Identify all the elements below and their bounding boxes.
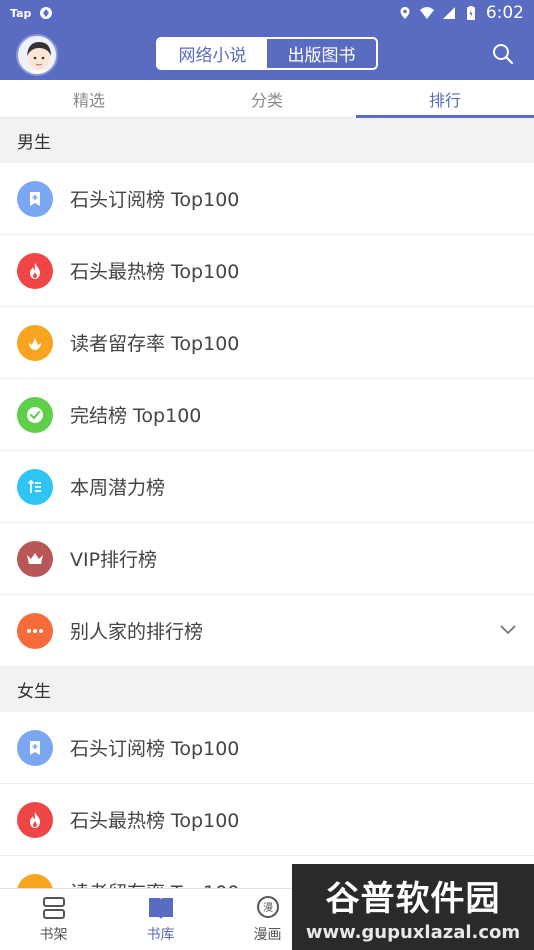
- search-icon[interactable]: [492, 43, 514, 65]
- battery-icon: [466, 6, 475, 20]
- ranking-list: 男生 石头订阅榜 Top100 石头最热榜 Top100 读者留存率 Top10…: [0, 118, 534, 917]
- status-bar: Tap 6:02: [0, 0, 534, 26]
- tab-rankings[interactable]: 排行: [356, 80, 534, 117]
- list-item[interactable]: 完结榜 Top100: [0, 379, 534, 451]
- section-header-female: 女生: [0, 667, 534, 712]
- signal-icon: [442, 7, 455, 19]
- list-item-label: 石头订阅榜 Top100: [70, 189, 240, 211]
- list-item-label: 完结榜 Top100: [70, 405, 202, 427]
- tab-featured[interactable]: 精选: [0, 80, 178, 117]
- avatar[interactable]: [16, 34, 58, 76]
- chevron-down-icon[interactable]: [499, 621, 517, 639]
- crown-icon: [17, 540, 53, 577]
- wifi-icon: [419, 7, 434, 19]
- nav-label: 漫画: [253, 927, 282, 943]
- list-item-label: 本周潜力榜: [70, 477, 166, 499]
- list-item-label: 石头最热榜 Top100: [70, 810, 240, 832]
- flame-icon: [17, 252, 53, 289]
- list-item[interactable]: 石头订阅榜 Top100: [0, 712, 534, 784]
- open-book-icon: [148, 898, 173, 919]
- nav-bookshelf[interactable]: 书架: [0, 889, 107, 950]
- flame-icon: [17, 801, 53, 838]
- comic-icon: 漫: [256, 896, 279, 918]
- carrier-label: Tap: [10, 6, 32, 20]
- user-avatar-icon: [18, 36, 56, 74]
- list-item[interactable]: VIP排行榜: [0, 523, 534, 595]
- section-header-male: 男生: [0, 118, 534, 163]
- nav-library[interactable]: 书库: [107, 889, 214, 950]
- watermark-title: 谷普软件园: [325, 879, 501, 919]
- list-item[interactable]: 读者留存率 Top100: [0, 307, 534, 379]
- app-header: 网络小说 出版图书: [0, 26, 534, 80]
- location-icon: [400, 7, 410, 19]
- segment-published-books[interactable]: 出版图书: [267, 39, 376, 68]
- app-screen: Tap 6:02 网络小说 出版图书 精选 分类 排行 男生 石头订阅榜 Top…: [0, 0, 534, 950]
- bookmark-plus-icon: [17, 729, 53, 766]
- list-item-label: 石头最热榜 Top100: [70, 261, 240, 283]
- list-item[interactable]: 别人家的排行榜: [0, 595, 534, 667]
- segment-web-novel[interactable]: 网络小说: [158, 39, 267, 68]
- list-item[interactable]: 石头最热榜 Top100: [0, 784, 534, 856]
- trending-list-icon: [17, 468, 53, 505]
- nav-label: 书架: [39, 927, 68, 943]
- clock: 6:02: [485, 3, 524, 23]
- bookshelf-icon: [42, 897, 65, 919]
- bookmark-plus-icon: [17, 180, 53, 217]
- svg-text:漫: 漫: [263, 902, 273, 914]
- tab-indicator: [356, 115, 534, 118]
- content-type-toggle: 网络小说 出版图书: [156, 37, 378, 70]
- tab-bar: 精选 分类 排行: [0, 80, 534, 118]
- more-dots-icon: [17, 612, 53, 649]
- list-item[interactable]: 本周潜力榜: [0, 451, 534, 523]
- flower-icon: [17, 324, 53, 361]
- list-item-label: VIP排行榜: [70, 549, 158, 571]
- list-item[interactable]: 石头订阅榜 Top100: [0, 163, 534, 235]
- list-item-label: 别人家的排行榜: [70, 621, 204, 643]
- sync-icon: [40, 7, 53, 19]
- tab-categories[interactable]: 分类: [178, 80, 356, 117]
- list-item[interactable]: 石头最热榜 Top100: [0, 235, 534, 307]
- list-item-label: 读者留存率 Top100: [70, 333, 240, 355]
- watermark-url: www.gupuxlazal.com: [305, 922, 521, 943]
- check-circle-icon: [17, 396, 53, 433]
- watermark-logo: 谷普软件园 www.gupuxlazal.com: [292, 864, 534, 950]
- nav-label: 书库: [146, 927, 175, 943]
- list-item-label: 石头订阅榜 Top100: [70, 738, 240, 760]
